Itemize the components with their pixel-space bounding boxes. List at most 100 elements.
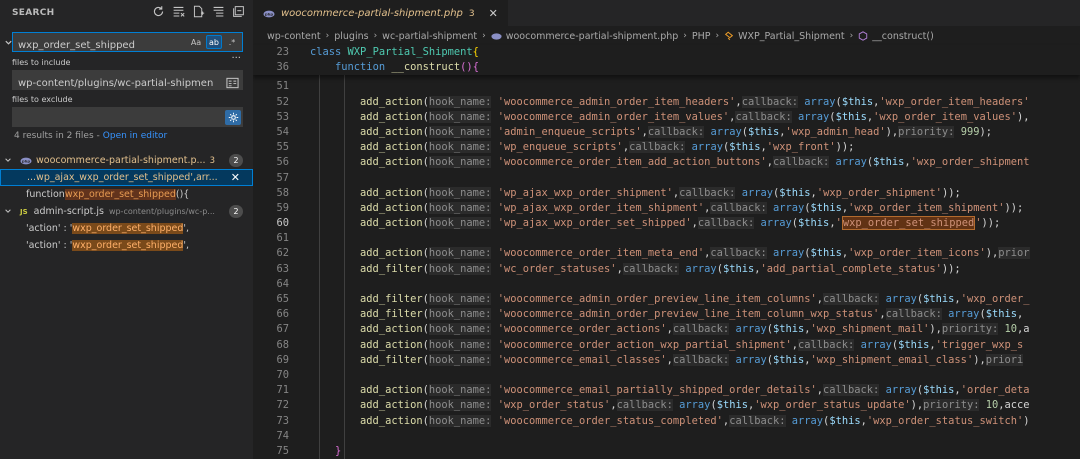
match-suffix: ',arr... xyxy=(190,172,218,183)
breadcrumb-item[interactable]: plugins xyxy=(334,31,368,42)
match-text: wxp_order_set_shipped xyxy=(64,189,176,200)
modified-count: 3 xyxy=(209,155,216,166)
breadcrumb-item[interactable]: woocommerce-partial-shipment.php xyxy=(506,31,679,42)
results-summary: 4 results in 2 files - Open in editor xyxy=(14,131,167,141)
files-to-exclude-label: files to exclude xyxy=(12,95,73,104)
code-line: 53 add_action(hook_name: 'woocommerce_ad… xyxy=(276,110,1030,123)
files-to-exclude-input[interactable] xyxy=(13,111,213,130)
svg-text:php: php xyxy=(265,11,273,16)
match-row[interactable]: 'action' : ' wxp_order_set_shipped ', xyxy=(0,220,253,237)
chevron-down-icon[interactable] xyxy=(4,156,14,166)
files-to-exclude-box xyxy=(12,107,243,130)
breadcrumb-item[interactable]: wc-partial-shipment xyxy=(382,31,477,42)
search-results-tree: php woocommerce-partial-shipment.p... 3 … xyxy=(0,152,253,254)
code-line: 56 add_action(hook_name: 'woocommerce_or… xyxy=(276,156,1030,169)
chevron-right-icon: › xyxy=(683,31,687,41)
code-line: 74 xyxy=(276,429,289,442)
match-count-badge: 2 xyxy=(229,154,243,167)
chevron-right-icon: › xyxy=(373,31,378,41)
use-exclude-settings-icon[interactable] xyxy=(225,110,241,125)
code-line: 73 add_action(hook_name: 'woocommerce_or… xyxy=(276,414,1030,427)
code-line: 62 add_action(hook_name: 'woocommerce_or… xyxy=(276,247,1030,260)
code-line: 68 add_action(hook_name: 'woocommerce_or… xyxy=(276,338,1024,351)
class-symbol-icon xyxy=(724,31,734,41)
search-only-open-editors-icon[interactable] xyxy=(226,74,239,89)
breadcrumb-item[interactable]: __construct() xyxy=(872,31,934,42)
code-line: 71 add_action(hook_name: 'woocommerce_em… xyxy=(276,384,1030,397)
match-prefix: function xyxy=(26,189,65,200)
use-regex-toggle[interactable]: .* xyxy=(224,35,240,49)
code-line: 69 add_filter(hook_name: 'woocommerce_em… xyxy=(276,353,1024,366)
tab-problem-count: 3 xyxy=(468,8,475,19)
code-line: 36 function __construct(){ xyxy=(276,61,479,74)
code-line: 55 add_action(hook_name: 'wp_enqueue_scr… xyxy=(276,141,855,154)
toggle-search-details-button[interactable]: ··· xyxy=(231,53,241,64)
code-line: 67 add_action(hook_name: 'woocommerce_or… xyxy=(276,323,1030,336)
code-line: 54 add_action(hook_name: 'admin_enqueue_… xyxy=(276,125,993,138)
search-row: Aa ab .* xyxy=(0,32,253,55)
file-name: admin-script.js xyxy=(33,206,104,217)
dismiss-result-icon[interactable]: ✕ xyxy=(231,171,240,184)
method-symbol-icon xyxy=(858,31,868,41)
breadcrumb-item[interactable]: PHP xyxy=(692,31,711,42)
code-line: 70 xyxy=(276,368,289,381)
code-area[interactable]: 23 class WXP_Partial_Shipment{ 36 functio… xyxy=(253,45,1080,459)
chevron-right-icon: › xyxy=(325,31,330,41)
file-result-row[interactable]: JS admin-script.js wp-content/plugins/wc… xyxy=(0,203,253,220)
match-whole-word-toggle[interactable]: ab xyxy=(206,35,222,49)
chevron-right-icon: › xyxy=(482,31,486,41)
code-line: 72 add_action(hook_name: 'wxp_order_stat… xyxy=(276,399,1030,412)
file-result-row[interactable]: php woocommerce-partial-shipment.p... 3 … xyxy=(0,152,253,169)
match-row[interactable]: 'action' : ' wxp_order_set_shipped ', xyxy=(0,237,253,254)
code-line: 65 add_filter(hook_name: 'woocommerce_ad… xyxy=(276,293,1030,305)
code-line: 59 add_action(hook_name: 'wp_ajax_wxp_or… xyxy=(276,201,1024,214)
match-text: wxp_order_set_shipped xyxy=(79,172,191,183)
breadcrumb: wp-content › plugins › wc-partial-shipment… xyxy=(253,26,1080,46)
code-line: 61 xyxy=(276,232,289,245)
match-row[interactable]: ...wp_ajax_ wxp_order_set_shipped ',arr...… xyxy=(0,169,253,186)
match-suffix: (){ xyxy=(175,189,190,200)
clear-results-icon[interactable] xyxy=(172,5,185,18)
file-path: wp-content/plugins/wc-p... xyxy=(108,207,215,216)
code-line: 63 add_filter(hook_name: 'wc_order_statu… xyxy=(276,262,961,275)
tab-bar: php woocommerce-partial-shipment.php 3 ✕ xyxy=(253,0,1080,26)
match-prefix: 'action' : ' xyxy=(26,240,73,251)
search-sidebar: SEARCH Aa ab .* ··· files xyxy=(0,0,253,459)
close-icon[interactable]: ✕ xyxy=(489,7,498,20)
code-line: 23 class WXP_Partial_Shipment{ xyxy=(276,46,479,58)
collapse-all-icon[interactable] xyxy=(232,5,245,18)
results-count-text: 4 results in 2 files - xyxy=(14,131,100,141)
match-text: wxp_order_set_shipped xyxy=(72,240,184,251)
breadcrumb-item[interactable]: WXP_Partial_Shipment xyxy=(738,31,845,42)
php-file-icon xyxy=(491,32,502,40)
match-case-toggle[interactable]: Aa xyxy=(188,35,204,49)
match-row[interactable]: function wxp_order_set_shipped(){ xyxy=(0,186,253,203)
code-line: 51 xyxy=(276,80,289,93)
open-in-editor-link[interactable]: Open in editor xyxy=(103,131,167,141)
chevron-down-icon[interactable] xyxy=(4,207,14,217)
sticky-scroll: 23 class WXP_Partial_Shipment{ 36 functio… xyxy=(253,45,1080,76)
code-line: 64 xyxy=(276,277,289,290)
match-suffix: ', xyxy=(183,240,190,251)
code-line: 66 add_filter(hook_name: 'woocommerce_ad… xyxy=(276,308,1024,321)
files-to-include-label: files to include xyxy=(12,58,71,67)
code-editor: php woocommerce-partial-shipment.php 3 ✕… xyxy=(253,0,1080,459)
search-input[interactable] xyxy=(13,36,183,55)
new-search-editor-icon[interactable] xyxy=(192,5,205,18)
view-as-tree-icon[interactable] xyxy=(212,5,225,18)
php-file-icon: php xyxy=(263,10,275,18)
js-file-icon: JS xyxy=(20,207,28,216)
search-box: Aa ab .* xyxy=(12,32,243,55)
tab-label: woocommerce-partial-shipment.php xyxy=(281,8,463,19)
match-suffix: ', xyxy=(183,223,190,234)
code-line: 52 add_action(hook_name: 'woocommerce_ad… xyxy=(276,95,1030,108)
breadcrumb-item[interactable]: wp-content xyxy=(267,31,321,42)
search-options: Aa ab .* xyxy=(188,35,240,49)
match-prefix: 'action' : ' xyxy=(26,223,73,234)
refresh-icon[interactable] xyxy=(152,5,165,18)
chevron-right-icon: › xyxy=(715,31,720,41)
code-line: 75 } xyxy=(276,444,342,457)
files-to-include-box xyxy=(12,70,243,93)
files-to-include-input[interactable] xyxy=(13,74,213,93)
tab-woocommerce-partial-shipment[interactable]: php woocommerce-partial-shipment.php 3 ✕ xyxy=(253,0,508,26)
